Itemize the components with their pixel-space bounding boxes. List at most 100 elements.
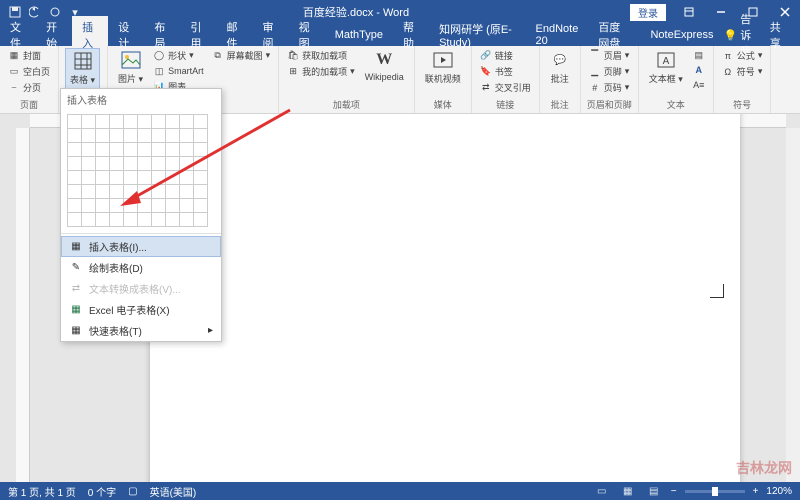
link-icon: 🔗 [480, 50, 492, 62]
pencil-icon: ✎ [69, 261, 83, 275]
group-label: 加载项 [285, 98, 408, 111]
get-addins-button[interactable]: 🛍获取加载项 [285, 48, 357, 63]
group-label: 页面 [6, 98, 52, 111]
video-icon [433, 50, 453, 70]
picture-icon [121, 50, 141, 70]
store-icon: 🛍 [287, 50, 299, 62]
bulb-icon: 💡 [724, 29, 738, 42]
table-button[interactable]: 表格 ▾ [65, 48, 100, 89]
picture-button[interactable]: 图片 ▾ [114, 48, 147, 87]
addins-icon: ⊞ [287, 66, 299, 78]
group-comment: 💬 批注 批注 [540, 46, 581, 113]
text-cursor [710, 284, 724, 298]
group-label: 页眉和页脚 [587, 98, 632, 111]
link-button[interactable]: 🔗链接 [478, 48, 533, 63]
group-label: 批注 [546, 98, 574, 111]
equation-button[interactable]: π公式 ▾ [720, 48, 765, 63]
textbox-button[interactable]: A 文本框 ▾ [645, 48, 687, 87]
group-label: 链接 [478, 98, 533, 111]
status-spell-icon[interactable]: ▢ [128, 486, 137, 497]
shapes-button[interactable]: ◯形状 ▾ [151, 48, 206, 63]
redo-icon[interactable] [48, 5, 62, 19]
save-icon[interactable] [8, 5, 22, 19]
xref-icon: ⇄ [480, 82, 492, 94]
footer-icon: ▁ [589, 66, 601, 78]
bookmark-button[interactable]: 🔖书签 [478, 64, 533, 79]
video-button[interactable]: 联机视频 [421, 48, 465, 87]
group-text: A 文本框 ▾ ▤ A A≡ 文本 [639, 46, 714, 113]
menu-noteexpress[interactable]: NoteExpress [640, 26, 723, 44]
wikipedia-button[interactable]: W Wikipedia [361, 48, 408, 84]
blank-icon: ▭ [8, 66, 20, 78]
group-label: 媒体 [421, 98, 465, 111]
vertical-scrollbar[interactable] [786, 128, 800, 482]
bookmark-icon: 🔖 [480, 66, 492, 78]
separator [61, 233, 221, 234]
status-page[interactable]: 第 1 页, 共 1 页 [8, 484, 76, 499]
group-links: 🔗链接 🔖书签 ⇄交叉引用 链接 [472, 46, 540, 113]
zoom-level[interactable]: 120% [766, 486, 792, 497]
status-language[interactable]: 英语(美国) [150, 484, 197, 499]
pagenum-button[interactable]: #页码 ▾ [587, 80, 632, 95]
watermark: 吉林龙网 [736, 458, 792, 478]
cover-icon: ▦ [8, 50, 20, 62]
document-page[interactable] [150, 114, 740, 482]
quickparts-button[interactable]: ▤ [691, 48, 707, 62]
smartart-button[interactable]: ◫SmartArt [151, 64, 206, 78]
comment-button[interactable]: 💬 批注 [546, 48, 574, 87]
qat-dropdown-icon[interactable]: ▾ [68, 5, 82, 19]
table-icon [73, 51, 93, 71]
dropcap-button[interactable]: A≡ [691, 78, 707, 92]
table-dropdown-menu: 插入表格 ▦插入表格(I)... ✎绘制表格(D) ⇄文本转换成表格(V)...… [60, 88, 222, 342]
draw-table-menuitem[interactable]: ✎绘制表格(D) [61, 257, 221, 278]
read-mode-icon[interactable]: ▭ [593, 484, 611, 498]
wikipedia-icon: W [374, 50, 394, 70]
cover-page-button[interactable]: ▦封面 [6, 48, 52, 63]
pagenum-icon: # [589, 82, 601, 94]
dropdown-header: 插入表格 [61, 89, 221, 110]
convert-icon: ⇄ [69, 282, 83, 296]
ribbon-options-icon[interactable] [674, 0, 704, 24]
header-button[interactable]: ▔页眉 ▾ [587, 48, 632, 63]
undo-icon[interactable] [28, 5, 42, 19]
group-pages: ▦封面 ▭空白页 ⎯分页 页面 [0, 46, 59, 113]
quick-icon: ▦ [69, 324, 83, 338]
web-layout-icon[interactable]: ▤ [645, 484, 663, 498]
table-grid-picker[interactable] [61, 110, 221, 231]
table-icon: ▦ [69, 240, 83, 254]
zoom-slider[interactable] [685, 490, 745, 493]
textbox-icon: A [656, 50, 676, 70]
group-addins: 🛍获取加载项 ⊞我的加载项 ▾ W Wikipedia 加载项 [279, 46, 415, 113]
my-addins-button[interactable]: ⊞我的加载项 ▾ [285, 64, 357, 79]
convert-text-menuitem: ⇄文本转换成表格(V)... [61, 278, 221, 299]
insert-table-menuitem[interactable]: ▦插入表格(I)... [61, 236, 221, 257]
zoom-out-icon[interactable]: − [671, 486, 677, 497]
menu-mathtype[interactable]: MathType [325, 26, 393, 44]
header-icon: ▔ [589, 50, 601, 62]
xref-button[interactable]: ⇄交叉引用 [478, 80, 533, 95]
excel-spreadsheet-menuitem[interactable]: ▦Excel 电子表格(X) [61, 299, 221, 320]
vertical-ruler[interactable] [16, 128, 30, 482]
print-layout-icon[interactable]: ▦ [619, 484, 637, 498]
equation-icon: π [722, 50, 734, 62]
group-media: 联机视频 媒体 [415, 46, 472, 113]
footer-button[interactable]: ▁页脚 ▾ [587, 64, 632, 79]
comment-icon: 💬 [550, 50, 570, 70]
excel-icon: ▦ [69, 303, 83, 317]
quick-tables-menuitem[interactable]: ▦快速表格(T)▸ [61, 320, 221, 341]
group-label: 符号 [720, 98, 765, 111]
group-symbol: π公式 ▾ Ω符号 ▾ 符号 [714, 46, 772, 113]
symbol-icon: Ω [722, 66, 734, 78]
page-break-button[interactable]: ⎯分页 [6, 80, 52, 95]
status-bar: 第 1 页, 共 1 页 0 个字 ▢ 英语(美国) ▭ ▦ ▤ − + 120… [0, 482, 800, 500]
status-words[interactable]: 0 个字 [88, 484, 116, 499]
smartart-icon: ◫ [153, 65, 165, 77]
symbol-button[interactable]: Ω符号 ▾ [720, 64, 765, 79]
zoom-in-icon[interactable]: + [753, 486, 759, 497]
svg-text:A: A [662, 56, 669, 67]
screenshot-button[interactable]: ⧉屏幕截图 ▾ [210, 48, 273, 63]
screenshot-icon: ⧉ [212, 50, 224, 62]
wordart-button[interactable]: A [691, 63, 707, 77]
blank-page-button[interactable]: ▭空白页 [6, 64, 52, 79]
menu-bar: 文件 开始 插入 设计 布局 引用 邮件 审阅 视图 MathType 帮助 知… [0, 24, 800, 46]
